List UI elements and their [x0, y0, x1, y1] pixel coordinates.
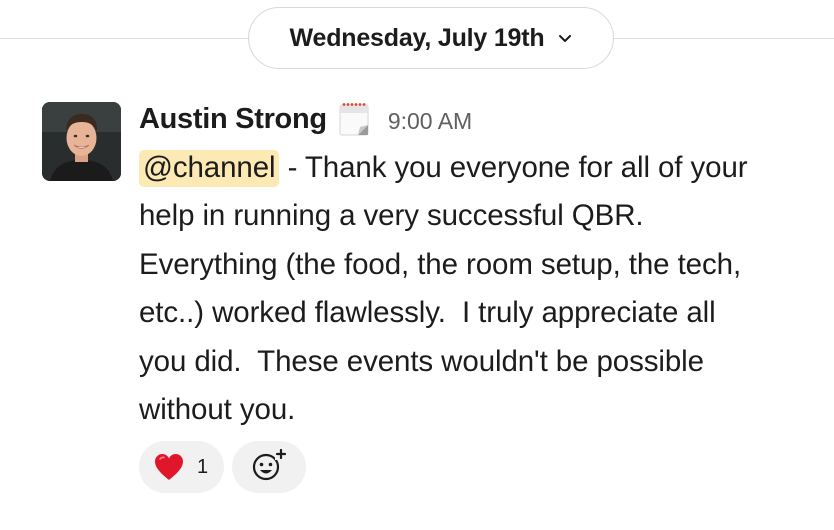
- message-timestamp[interactable]: 9:00 AM: [388, 108, 472, 135]
- author-name[interactable]: Austin Strong: [139, 103, 327, 136]
- message-line: help in running a very successful QBR.: [139, 199, 644, 233]
- add-reaction-icon: [251, 447, 288, 487]
- message-line: you did. These events wouldn't be possib…: [139, 344, 704, 378]
- date-divider: Wednesday, July 19th: [0, 0, 834, 80]
- red-heart-icon: [153, 452, 185, 482]
- message-line: etc..) worked flawlessly. I truly apprec…: [139, 296, 716, 330]
- chevron-down-icon: [558, 32, 572, 46]
- calendar-icon: [338, 101, 370, 137]
- reaction-heart[interactable]: 1: [139, 441, 225, 493]
- add-reaction-button[interactable]: [232, 441, 307, 493]
- date-jump-button[interactable]: Wednesday, July 19th: [248, 7, 614, 69]
- message-line: Everything (the food, the room setup, th…: [139, 247, 742, 281]
- message: Austin Strong 9:00 AM @channel - Thank y…: [0, 90, 834, 530]
- message-text: - Thank you everyone for all of your: [279, 151, 748, 184]
- reaction-count: 1: [197, 455, 209, 478]
- message-line: @channel - Thank you everyone for all of…: [139, 144, 829, 192]
- date-label: Wednesday, July 19th: [289, 23, 545, 52]
- reactions-bar: 1: [139, 441, 307, 493]
- channel-mention[interactable]: @channel: [139, 150, 280, 187]
- message-body: @channel - Thank you everyone for all of…: [139, 144, 829, 434]
- message-line: without you.: [139, 393, 296, 427]
- message-header: Austin Strong 9:00 AM: [139, 98, 472, 140]
- avatar[interactable]: [42, 102, 121, 181]
